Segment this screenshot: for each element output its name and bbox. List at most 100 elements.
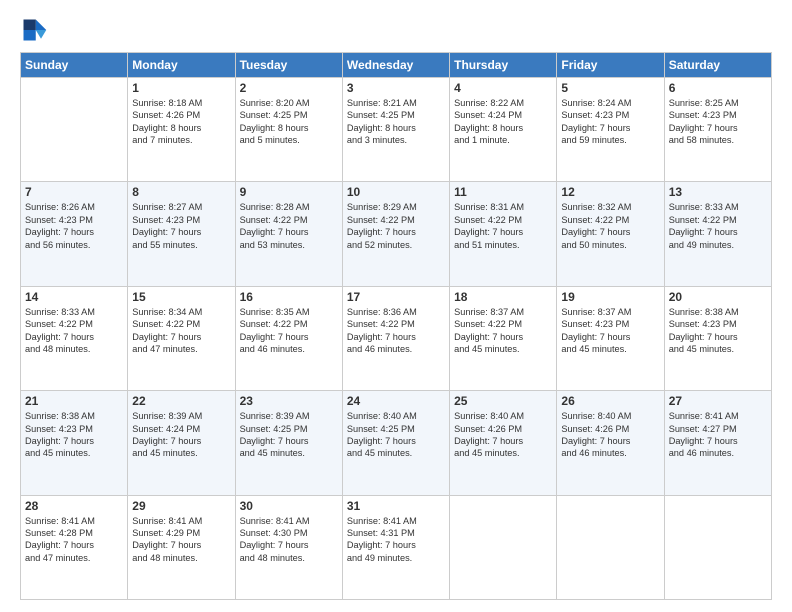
calendar-cell: 3 Sunrise: 8:21 AMSunset: 4:25 PMDaylight… xyxy=(342,78,449,182)
calendar-cell: 16 Sunrise: 8:35 AMSunset: 4:22 PMDayligh… xyxy=(235,286,342,390)
calendar-cell: 21 Sunrise: 8:38 AMSunset: 4:23 PMDayligh… xyxy=(21,391,128,495)
day-info: Sunrise: 8:41 AMSunset: 4:29 PMDaylight:… xyxy=(132,515,230,565)
day-info: Sunrise: 8:25 AMSunset: 4:23 PMDaylight:… xyxy=(669,97,767,147)
day-number: 10 xyxy=(347,185,445,199)
calendar-cell: 9Sunrise: 8:28 AMSunset: 4:22 PMDaylight… xyxy=(235,182,342,286)
weekday-header-sunday: Sunday xyxy=(21,53,128,78)
calendar-cell: 20 Sunrise: 8:38 AMSunset: 4:23 PMDayligh… xyxy=(664,286,771,390)
day-number: 11 xyxy=(454,185,552,199)
day-info: Sunrise: 8:41 AMSunset: 4:30 PMDaylight:… xyxy=(240,515,338,565)
day-number: 2 xyxy=(240,81,338,95)
weekday-header-wednesday: Wednesday xyxy=(342,53,449,78)
day-info: Sunrise: 8:18 AMSunset: 4:26 PMDaylight:… xyxy=(132,97,230,147)
day-number: 5 xyxy=(561,81,659,95)
calendar-week-3: 14 Sunrise: 8:33 AMSunset: 4:22 PMDayligh… xyxy=(21,286,772,390)
calendar-cell xyxy=(664,495,771,599)
day-info: Sunrise: 8:41 AMSunset: 4:28 PMDaylight:… xyxy=(25,515,123,565)
calendar-cell: 31 Sunrise: 8:41 AMSunset: 4:31 PMDayligh… xyxy=(342,495,449,599)
calendar-cell: 25 Sunrise: 8:40 AMSunset: 4:26 PMDayligh… xyxy=(450,391,557,495)
day-info: Sunrise: 8:40 AMSunset: 4:25 PMDaylight:… xyxy=(347,410,445,460)
day-number: 21 xyxy=(25,394,123,408)
day-number: 28 xyxy=(25,499,123,513)
calendar-cell: 4Sunrise: 8:22 AMSunset: 4:24 PMDaylight… xyxy=(450,78,557,182)
day-info: Sunrise: 8:41 AMSunset: 4:31 PMDaylight:… xyxy=(347,515,445,565)
day-number: 30 xyxy=(240,499,338,513)
day-info: Sunrise: 8:21 AMSunset: 4:25 PMDaylight:… xyxy=(347,97,445,147)
day-number: 12 xyxy=(561,185,659,199)
page: SundayMondayTuesdayWednesdayThursdayFrid… xyxy=(0,0,792,612)
day-info: Sunrise: 8:38 AMSunset: 4:23 PMDaylight:… xyxy=(25,410,123,460)
calendar-header: SundayMondayTuesdayWednesdayThursdayFrid… xyxy=(21,53,772,78)
day-number: 23 xyxy=(240,394,338,408)
logo xyxy=(20,16,52,44)
day-number: 1 xyxy=(132,81,230,95)
day-number: 16 xyxy=(240,290,338,304)
calendar-cell: 22 Sunrise: 8:39 AMSunset: 4:24 PMDayligh… xyxy=(128,391,235,495)
day-number: 6 xyxy=(669,81,767,95)
day-info: Sunrise: 8:34 AMSunset: 4:22 PMDaylight:… xyxy=(132,306,230,356)
weekday-header-friday: Friday xyxy=(557,53,664,78)
calendar-cell: 28 Sunrise: 8:41 AMSunset: 4:28 PMDayligh… xyxy=(21,495,128,599)
day-number: 26 xyxy=(561,394,659,408)
calendar-cell: 19 Sunrise: 8:37 AMSunset: 4:23 PMDayligh… xyxy=(557,286,664,390)
day-number: 22 xyxy=(132,394,230,408)
day-info: Sunrise: 8:40 AMSunset: 4:26 PMDaylight:… xyxy=(454,410,552,460)
day-info: Sunrise: 8:37 AMSunset: 4:22 PMDaylight:… xyxy=(454,306,552,356)
day-number: 13 xyxy=(669,185,767,199)
day-info: Sunrise: 8:41 AMSunset: 4:27 PMDaylight:… xyxy=(669,410,767,460)
day-info: Sunrise: 8:20 AMSunset: 4:25 PMDaylight:… xyxy=(240,97,338,147)
calendar-cell: 1 Sunrise: 8:18 AMSunset: 4:26 PMDaylight… xyxy=(128,78,235,182)
calendar-cell: 23 Sunrise: 8:39 AMSunset: 4:25 PMDayligh… xyxy=(235,391,342,495)
day-number: 14 xyxy=(25,290,123,304)
weekday-header-monday: Monday xyxy=(128,53,235,78)
calendar-cell: 8 Sunrise: 8:27 AMSunset: 4:23 PMDaylight… xyxy=(128,182,235,286)
calendar-cell: 15Sunrise: 8:34 AMSunset: 4:22 PMDayligh… xyxy=(128,286,235,390)
day-info: Sunrise: 8:33 AMSunset: 4:22 PMDaylight:… xyxy=(669,201,767,251)
day-number: 8 xyxy=(132,185,230,199)
calendar-cell: 26 Sunrise: 8:40 AMSunset: 4:26 PMDayligh… xyxy=(557,391,664,495)
day-number: 4 xyxy=(454,81,552,95)
day-info: Sunrise: 8:29 AMSunset: 4:22 PMDaylight:… xyxy=(347,201,445,251)
day-number: 3 xyxy=(347,81,445,95)
day-number: 20 xyxy=(669,290,767,304)
calendar: SundayMondayTuesdayWednesdayThursdayFrid… xyxy=(20,52,772,600)
calendar-cell: 24 Sunrise: 8:40 AMSunset: 4:25 PMDayligh… xyxy=(342,391,449,495)
day-info: Sunrise: 8:35 AMSunset: 4:22 PMDaylight:… xyxy=(240,306,338,356)
calendar-cell xyxy=(557,495,664,599)
day-info: Sunrise: 8:31 AMSunset: 4:22 PMDaylight:… xyxy=(454,201,552,251)
day-info: Sunrise: 8:32 AMSunset: 4:22 PMDaylight:… xyxy=(561,201,659,251)
day-number: 31 xyxy=(347,499,445,513)
day-info: Sunrise: 8:33 AMSunset: 4:22 PMDaylight:… xyxy=(25,306,123,356)
day-info: Sunrise: 8:39 AMSunset: 4:24 PMDaylight:… xyxy=(132,410,230,460)
calendar-cell: 11 Sunrise: 8:31 AMSunset: 4:22 PMDayligh… xyxy=(450,182,557,286)
day-info: Sunrise: 8:39 AMSunset: 4:25 PMDaylight:… xyxy=(240,410,338,460)
day-info: Sunrise: 8:40 AMSunset: 4:26 PMDaylight:… xyxy=(561,410,659,460)
day-info: Sunrise: 8:36 AMSunset: 4:22 PMDaylight:… xyxy=(347,306,445,356)
calendar-cell: 12 Sunrise: 8:32 AMSunset: 4:22 PMDayligh… xyxy=(557,182,664,286)
day-info: Sunrise: 8:24 AMSunset: 4:23 PMDaylight:… xyxy=(561,97,659,147)
weekday-header-saturday: Saturday xyxy=(664,53,771,78)
calendar-body: 1 Sunrise: 8:18 AMSunset: 4:26 PMDaylight… xyxy=(21,78,772,600)
calendar-cell: 7Sunrise: 8:26 AMSunset: 4:23 PMDaylight… xyxy=(21,182,128,286)
calendar-cell: 2 Sunrise: 8:20 AMSunset: 4:25 PMDaylight… xyxy=(235,78,342,182)
day-info: Sunrise: 8:38 AMSunset: 4:23 PMDaylight:… xyxy=(669,306,767,356)
weekday-header-thursday: Thursday xyxy=(450,53,557,78)
day-number: 9 xyxy=(240,185,338,199)
day-number: 25 xyxy=(454,394,552,408)
day-number: 27 xyxy=(669,394,767,408)
calendar-cell xyxy=(21,78,128,182)
calendar-cell: 30 Sunrise: 8:41 AMSunset: 4:30 PMDayligh… xyxy=(235,495,342,599)
day-number: 24 xyxy=(347,394,445,408)
weekday-header-row: SundayMondayTuesdayWednesdayThursdayFrid… xyxy=(21,53,772,78)
calendar-cell xyxy=(450,495,557,599)
calendar-cell: 5 Sunrise: 8:24 AMSunset: 4:23 PMDaylight… xyxy=(557,78,664,182)
calendar-cell: 18 Sunrise: 8:37 AMSunset: 4:22 PMDayligh… xyxy=(450,286,557,390)
day-info: Sunrise: 8:37 AMSunset: 4:23 PMDaylight:… xyxy=(561,306,659,356)
day-info: Sunrise: 8:27 AMSunset: 4:23 PMDaylight:… xyxy=(132,201,230,251)
day-number: 18 xyxy=(454,290,552,304)
header xyxy=(20,16,772,44)
calendar-week-1: 1 Sunrise: 8:18 AMSunset: 4:26 PMDaylight… xyxy=(21,78,772,182)
day-info: Sunrise: 8:26 AMSunset: 4:23 PMDaylight:… xyxy=(25,201,123,251)
calendar-cell: 10 Sunrise: 8:29 AMSunset: 4:22 PMDayligh… xyxy=(342,182,449,286)
day-number: 19 xyxy=(561,290,659,304)
